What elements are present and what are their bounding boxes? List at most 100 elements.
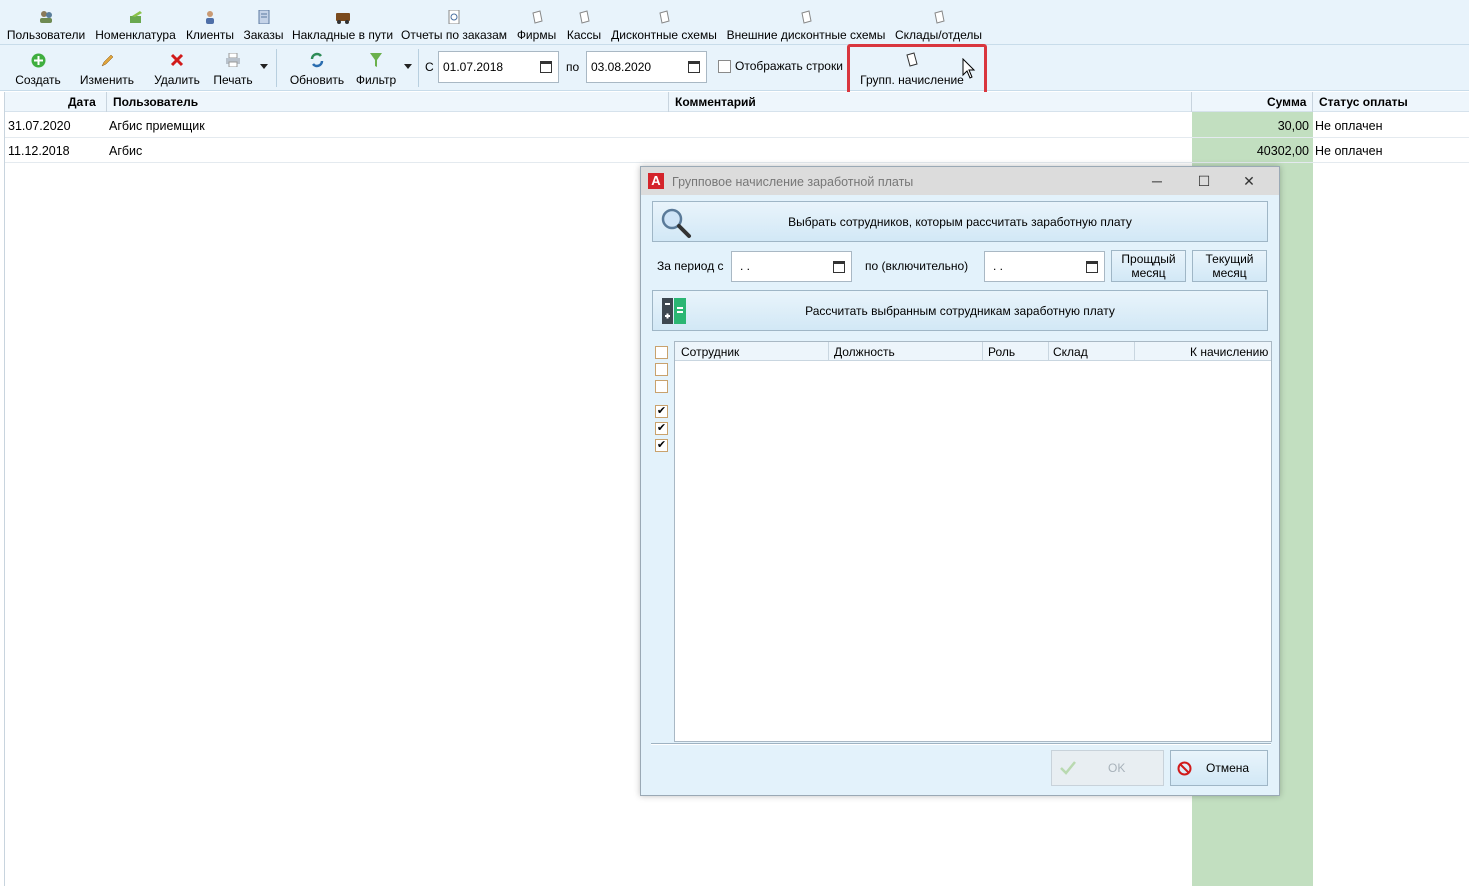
employees-grid[interactable]: Сотрудник Должность Роль Склад К начисле… — [674, 341, 1272, 742]
truck-icon — [335, 10, 351, 24]
menu-waybills[interactable]: Накладные в пути — [292, 6, 393, 42]
col-sum[interactable]: Сумма — [1267, 95, 1306, 109]
column-separator — [982, 342, 983, 361]
delete-x-icon — [169, 52, 185, 68]
col-employee[interactable]: Сотрудник — [681, 345, 739, 359]
print-label: Печать — [213, 73, 253, 87]
menu-order-reports[interactable]: Отчеты по заказам — [401, 6, 507, 42]
document-icon — [576, 10, 592, 24]
cell-date: 31.07.2020 — [8, 119, 71, 133]
column-separator — [1191, 92, 1192, 112]
calendar-icon[interactable] — [540, 61, 552, 73]
filter-dropdown-icon[interactable] — [404, 64, 412, 69]
col-user[interactable]: Пользователь — [113, 95, 198, 109]
document-icon — [529, 10, 545, 24]
menu-cashboxes[interactable]: Кассы — [567, 6, 601, 42]
row-checkbox[interactable]: ✔ — [655, 422, 668, 435]
period-from-label: За период с — [657, 259, 724, 273]
to-date-input[interactable]: 03.08.2020 — [586, 51, 707, 83]
minimize-icon[interactable]: ─ — [1147, 171, 1167, 191]
current-month-line2: месяц — [1212, 266, 1247, 280]
document-icon — [798, 10, 814, 24]
menu-firms-label: Фирмы — [516, 28, 557, 42]
col-position[interactable]: Должность — [834, 345, 895, 359]
period-to-label: по (включительно) — [865, 259, 969, 273]
plus-icon — [30, 52, 46, 68]
calendar-icon[interactable] — [688, 61, 700, 73]
filter-icon — [368, 52, 384, 68]
col-status[interactable]: Статус оплаты — [1319, 95, 1408, 109]
nomenclature-icon — [128, 10, 144, 24]
menu-firms[interactable]: Фирмы — [516, 6, 557, 42]
edit-button[interactable]: Изменить — [78, 49, 136, 87]
column-separator — [668, 92, 669, 112]
cancel-icon — [1177, 761, 1192, 776]
column-separator — [1134, 342, 1135, 361]
dialog-titlebar[interactable]: A Групповое начисление заработной платы … — [641, 167, 1279, 195]
delete-label: Удалить — [154, 73, 200, 87]
toolbar-separator — [418, 49, 419, 87]
menu-cashboxes-label: Кассы — [566, 28, 602, 42]
main-menu-bar: Пользователи Номенклатура Клиенты Заказы… — [0, 0, 1469, 45]
menu-orders-label: Заказы — [243, 28, 284, 42]
current-month-line1: Текущий — [1205, 252, 1254, 266]
row-checkbox[interactable] — [655, 346, 668, 359]
row-checkbox[interactable] — [655, 363, 668, 376]
print-dropdown-icon[interactable] — [260, 64, 268, 69]
pencil-icon — [99, 52, 115, 68]
calendar-icon[interactable] — [1086, 261, 1098, 273]
filter-button[interactable]: Фильтр — [354, 49, 398, 87]
row-checkbox[interactable]: ✔ — [655, 439, 668, 452]
menu-clients-label: Клиенты — [185, 28, 235, 42]
period-to-value: . . — [993, 259, 1004, 273]
current-month-button[interactable]: Текущий месяц — [1192, 250, 1267, 282]
refresh-button[interactable]: Обновить — [288, 49, 346, 87]
menu-warehouses-label: Склады/отделы — [894, 28, 983, 42]
cancel-button[interactable]: Отмена — [1170, 750, 1268, 786]
column-separator — [1312, 92, 1313, 112]
cell-user: Агбис приемщик — [109, 119, 205, 133]
from-date-label: С — [425, 60, 434, 74]
menu-discount-schemes-label: Дисконтные схемы — [611, 28, 717, 42]
menu-nomenclature[interactable]: Номенклатура — [95, 6, 176, 42]
menu-clients[interactable]: Клиенты — [186, 6, 234, 42]
create-button[interactable]: Создать — [14, 49, 62, 87]
cell-status: Не оплачен — [1315, 144, 1383, 158]
column-separator — [1048, 342, 1049, 361]
menu-discount-schemes[interactable]: Дисконтные схемы — [611, 6, 717, 42]
menu-external-discount-schemes[interactable]: Внешние дисконтные схемы — [727, 6, 885, 42]
show-rows-label: Отображать строки — [735, 59, 843, 73]
ok-button[interactable]: OK — [1051, 750, 1164, 786]
maximize-icon[interactable]: ☐ — [1194, 171, 1214, 191]
print-button[interactable]: Печать — [211, 49, 255, 87]
row-checkbox[interactable]: ✔ — [655, 405, 668, 418]
menu-warehouses[interactable]: Склады/отделы — [895, 6, 982, 42]
previous-month-button[interactable]: Прощдый месяц — [1111, 250, 1186, 282]
col-role[interactable]: Роль — [988, 345, 1015, 359]
app-logo-icon: A — [648, 173, 664, 189]
edit-label: Изменить — [79, 73, 135, 87]
close-icon[interactable]: ✕ — [1239, 171, 1259, 191]
calendar-icon[interactable] — [833, 261, 845, 273]
toolbar-separator — [276, 49, 277, 87]
table-row[interactable]: 31.07.2020 Агбис приемщик 30,00 Не оплач… — [5, 113, 1469, 138]
menu-users-label: Пользователи — [6, 28, 86, 42]
period-from-input[interactable]: . . — [731, 251, 852, 282]
delete-button[interactable]: Удалить — [152, 49, 202, 87]
period-to-input[interactable]: . . — [984, 251, 1105, 282]
menu-users[interactable]: Пользователи — [7, 6, 85, 42]
col-accrual[interactable]: К начислению — [1190, 345, 1268, 359]
table-row[interactable]: 11.12.2018 Агбис 40302,00 Не оплачен — [5, 138, 1469, 163]
menu-orders[interactable]: Заказы — [243, 6, 284, 42]
refresh-label: Обновить — [289, 73, 345, 87]
select-employees-button[interactable]: Выбрать сотрудников, которым рассчитать … — [652, 201, 1268, 242]
row-checkbox[interactable] — [655, 380, 668, 393]
col-comment[interactable]: Комментарий — [675, 95, 756, 109]
show-rows-checkbox[interactable] — [718, 60, 731, 73]
calculate-payroll-button[interactable]: Рассчитать выбранным сотрудникам заработ… — [652, 290, 1268, 331]
col-date[interactable]: Дата — [68, 95, 96, 109]
col-warehouse[interactable]: Склад — [1053, 345, 1088, 359]
orders-icon — [256, 10, 272, 24]
from-date-input[interactable]: 01.07.2018 — [438, 51, 559, 83]
menu-order-reports-label: Отчеты по заказам — [401, 28, 507, 42]
